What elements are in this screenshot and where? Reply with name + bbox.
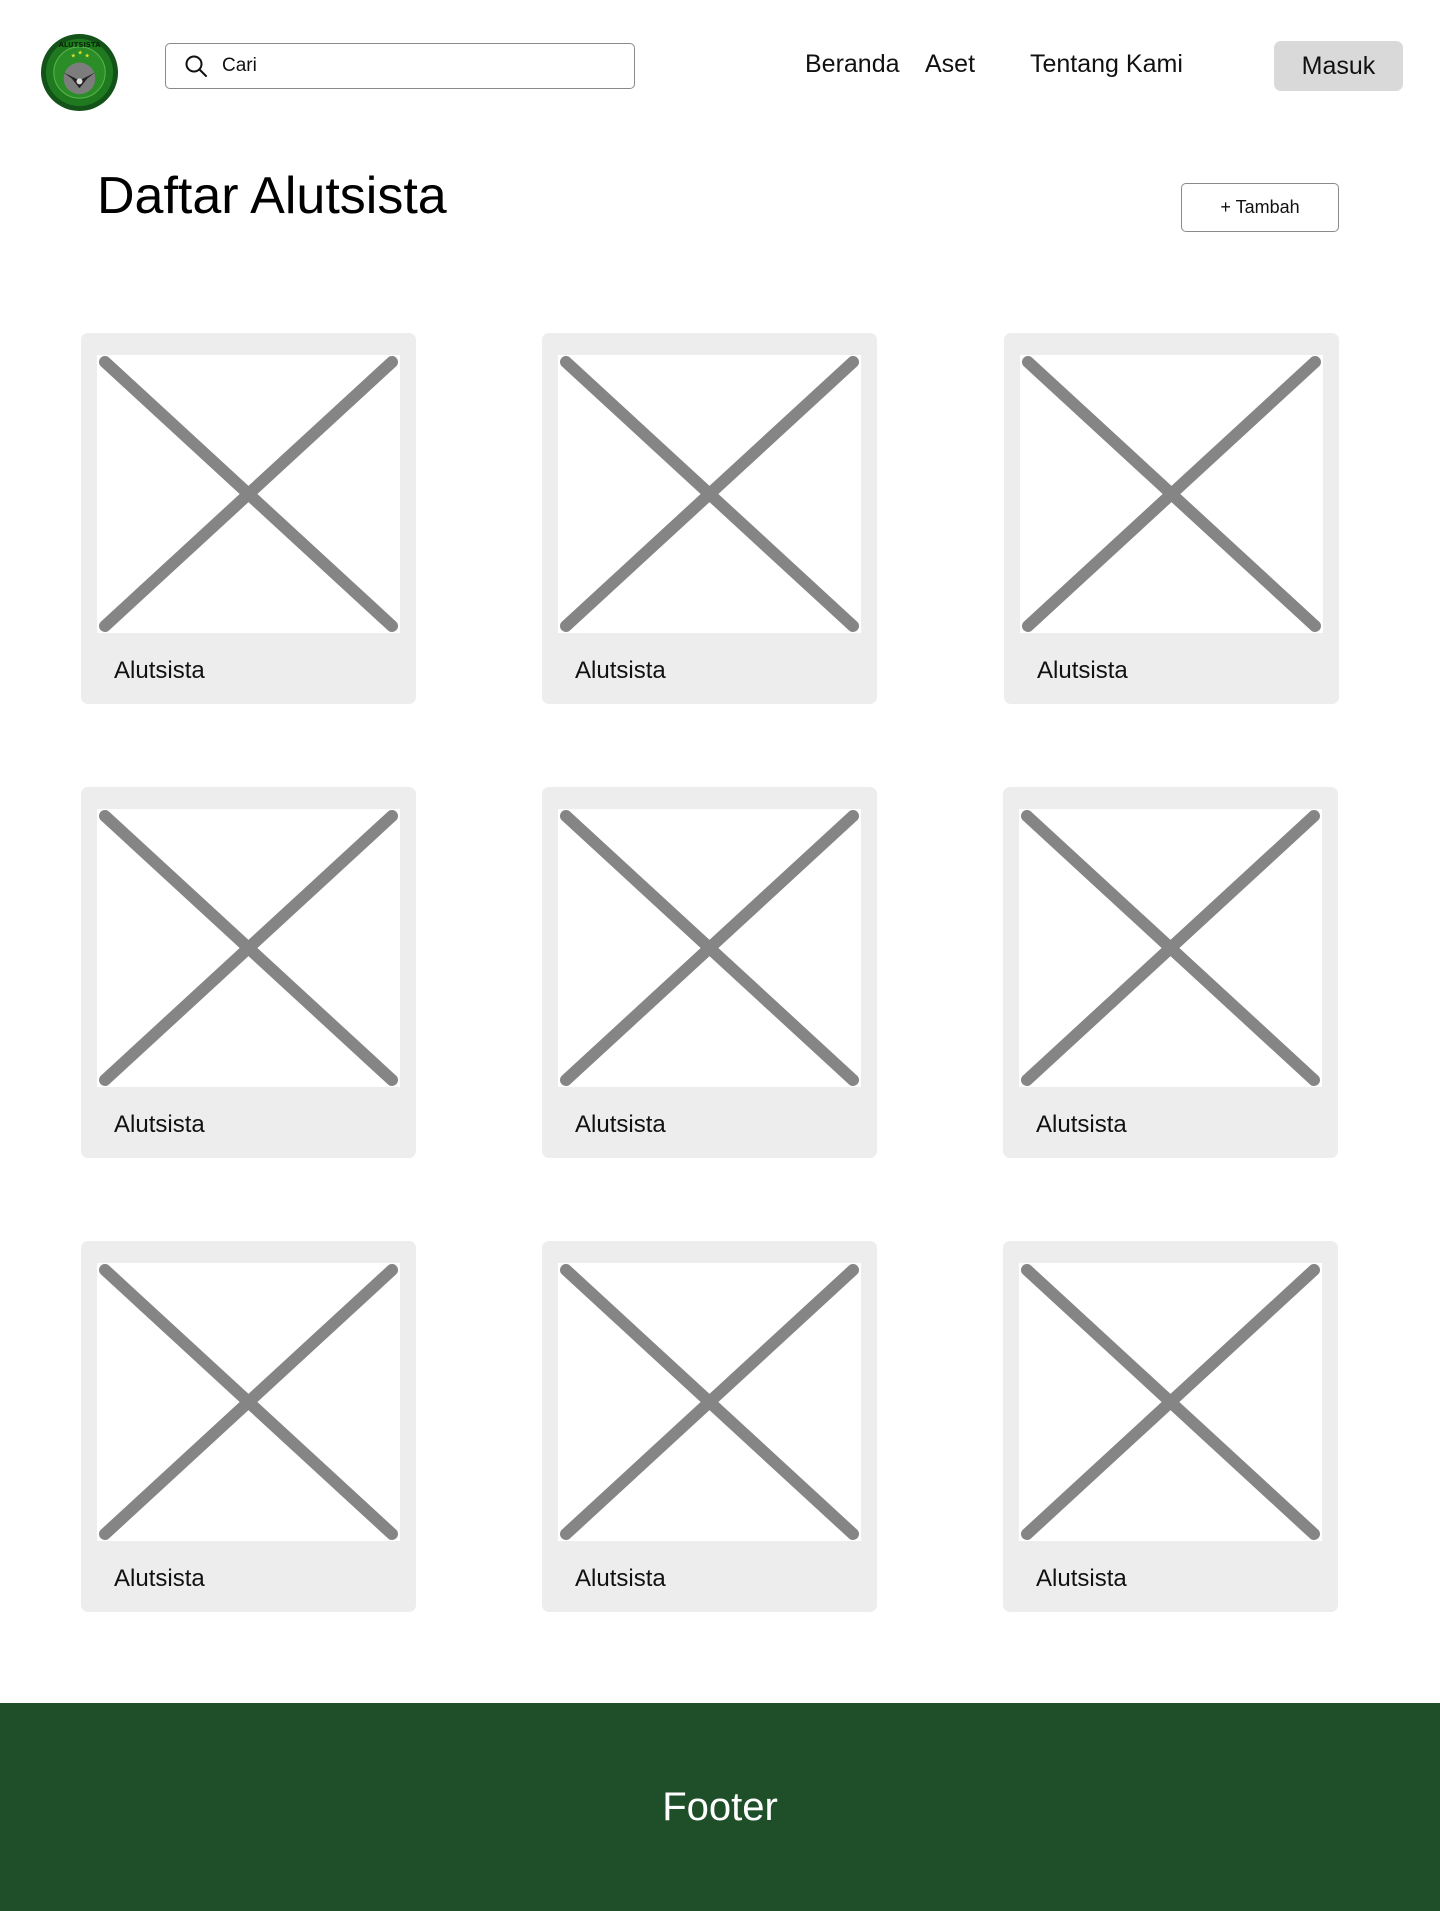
card-image bbox=[97, 1263, 400, 1541]
card-item[interactable]: Alutsista bbox=[81, 787, 416, 1158]
svg-text:★: ★ bbox=[78, 50, 83, 57]
card-image bbox=[558, 809, 861, 1087]
card-label: Alutsista bbox=[1037, 657, 1128, 684]
logo-text: ALUTSISTA bbox=[59, 41, 102, 49]
card-label: Alutsista bbox=[114, 1111, 205, 1138]
card-label: Alutsista bbox=[575, 657, 666, 684]
card-label: Alutsista bbox=[114, 657, 205, 684]
card-item[interactable]: Alutsista bbox=[81, 1241, 416, 1612]
card-label: Alutsista bbox=[575, 1111, 666, 1138]
site-logo[interactable]: ★ ★ ★ ALUTSISTA bbox=[40, 33, 119, 112]
card-label: Alutsista bbox=[575, 1565, 666, 1592]
image-placeholder-icon bbox=[99, 1264, 398, 1540]
card-image bbox=[1019, 1263, 1322, 1541]
add-button[interactable]: + Tambah bbox=[1181, 183, 1339, 232]
image-placeholder-icon bbox=[1022, 356, 1321, 632]
card-item[interactable]: Alutsista bbox=[1004, 333, 1339, 704]
card-label: Alutsista bbox=[1036, 1111, 1127, 1138]
search-icon bbox=[185, 55, 207, 77]
nav-tentang-kami[interactable]: Tentang Kami bbox=[1030, 50, 1183, 79]
page-title: Daftar Alutsista bbox=[97, 167, 447, 225]
card-label: Alutsista bbox=[1036, 1565, 1127, 1592]
card-item[interactable]: Alutsista bbox=[1003, 1241, 1338, 1612]
search-input[interactable] bbox=[222, 55, 602, 77]
card-item[interactable]: Alutsista bbox=[81, 333, 416, 704]
svg-text:★: ★ bbox=[84, 53, 89, 60]
footer-text: Footer bbox=[662, 1784, 778, 1829]
card-image bbox=[1019, 809, 1322, 1087]
card-image bbox=[97, 355, 400, 633]
card-image bbox=[558, 1263, 861, 1541]
image-placeholder-icon bbox=[1021, 1264, 1320, 1540]
card-item[interactable]: Alutsista bbox=[542, 333, 877, 704]
login-button[interactable]: Masuk bbox=[1274, 41, 1403, 91]
site-footer: Footer bbox=[0, 1703, 1440, 1911]
card-label: Alutsista bbox=[114, 1565, 205, 1592]
image-placeholder-icon bbox=[99, 810, 398, 1086]
card-image bbox=[558, 355, 861, 633]
image-placeholder-icon bbox=[560, 356, 859, 632]
card-image bbox=[1020, 355, 1323, 633]
card-item[interactable]: Alutsista bbox=[1003, 787, 1338, 1158]
image-placeholder-icon bbox=[1021, 810, 1320, 1086]
svg-text:★: ★ bbox=[71, 53, 76, 60]
nav-aset[interactable]: Aset bbox=[925, 50, 975, 79]
search-bar[interactable] bbox=[165, 43, 635, 89]
image-placeholder-icon bbox=[99, 356, 398, 632]
card-image bbox=[97, 809, 400, 1087]
image-placeholder-icon bbox=[560, 1264, 859, 1540]
nav-beranda[interactable]: Beranda bbox=[805, 50, 900, 79]
card-item[interactable]: Alutsista bbox=[542, 787, 877, 1158]
emblem-logo-icon: ★ ★ ★ ALUTSISTA bbox=[40, 33, 119, 112]
card-item[interactable]: Alutsista bbox=[542, 1241, 877, 1612]
image-placeholder-icon bbox=[560, 810, 859, 1086]
